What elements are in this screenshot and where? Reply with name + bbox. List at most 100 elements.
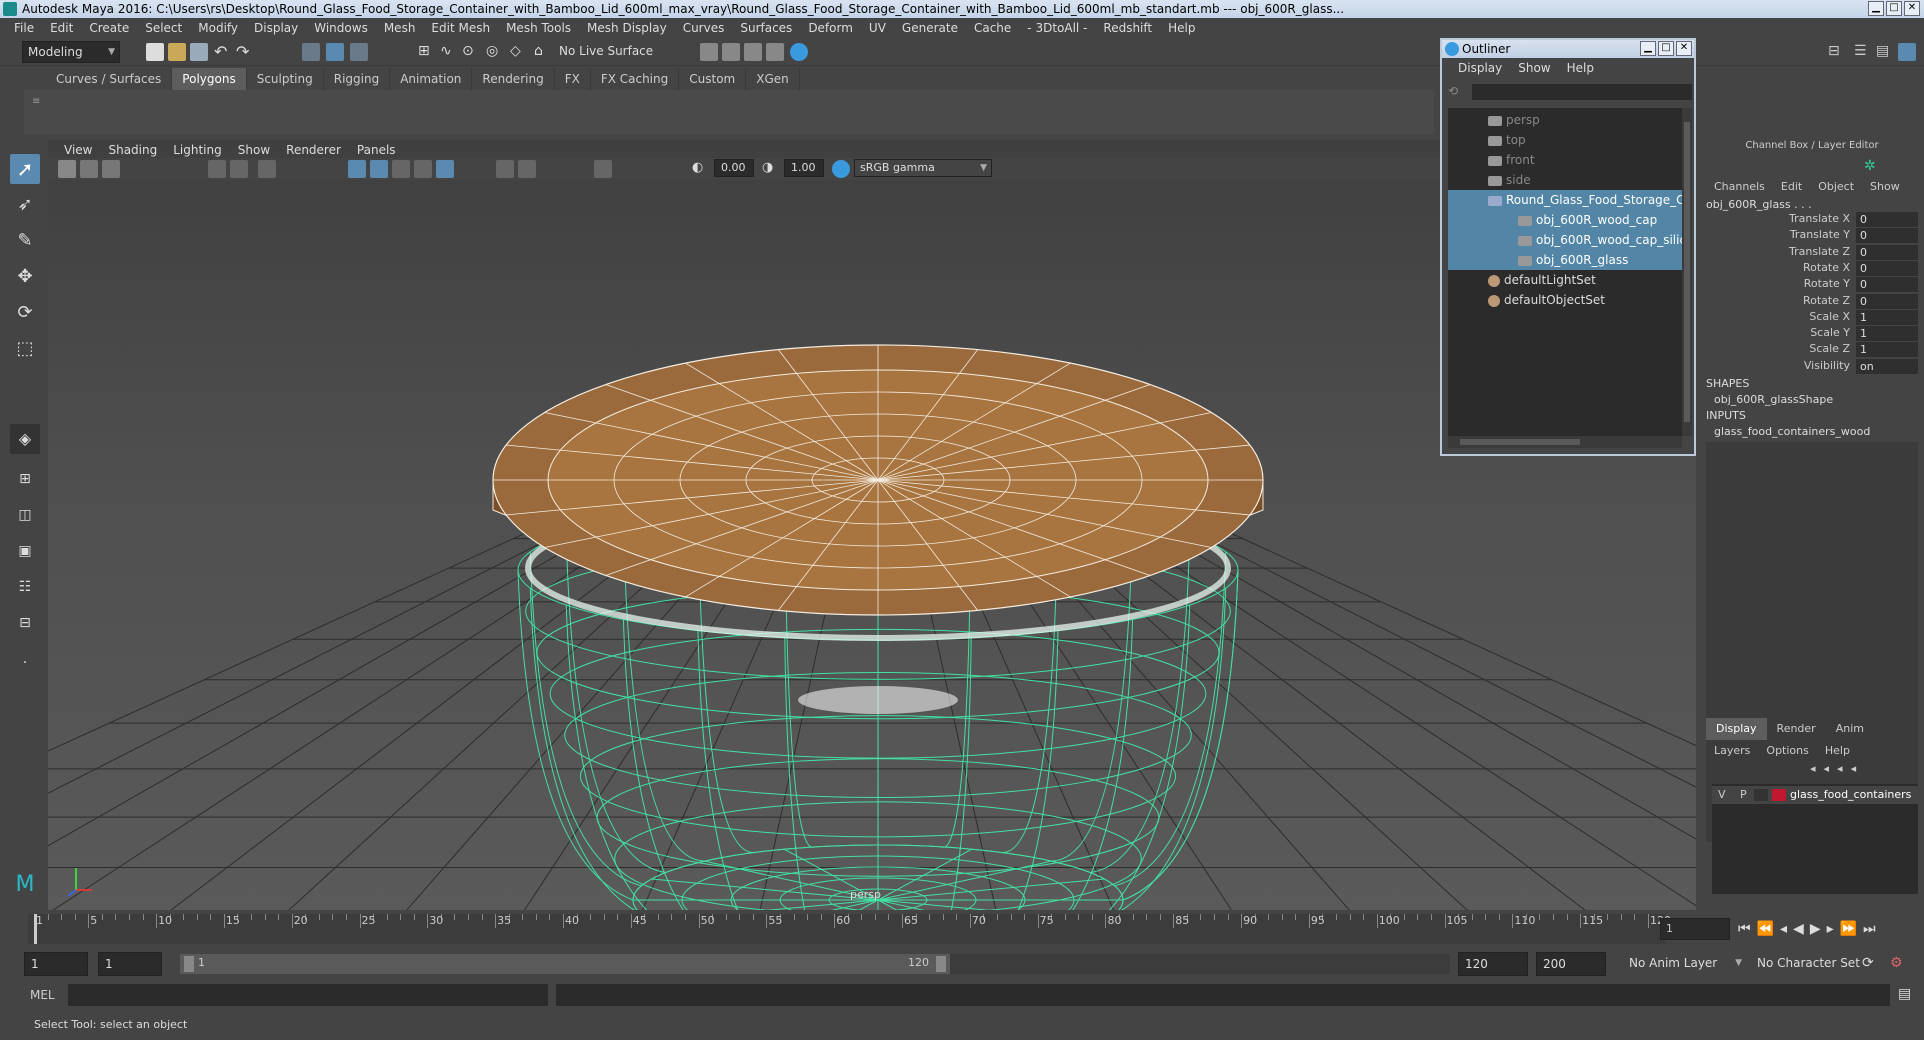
outliner-item[interactable]: obj_600R_wood_cap_silicone	[1448, 230, 1682, 250]
shelf-tab-rigging[interactable]: Rigging	[324, 68, 391, 90]
smooth-shade-icon[interactable]	[370, 160, 388, 178]
menu-surfaces[interactable]: Surfaces	[732, 21, 800, 35]
menu-redshift[interactable]: Redshift	[1095, 21, 1160, 35]
vp-menu-renderer[interactable]: Renderer	[278, 143, 349, 157]
render-view-icon[interactable]	[700, 43, 718, 61]
shadows-icon[interactable]	[518, 160, 536, 178]
playback-controls[interactable]: ⏮⏪◂◀▶▸⏩⏭	[1738, 918, 1882, 940]
film-gate-icon[interactable]	[230, 160, 248, 178]
snap-point-icon[interactable]: ⊙	[462, 43, 480, 61]
channel-row[interactable]: Translate X 0	[1700, 212, 1924, 228]
anim-prefs-icon[interactable]: ⚙	[1890, 955, 1908, 973]
render-frame-icon[interactable]	[722, 43, 740, 61]
channel-value[interactable]: 0	[1856, 212, 1918, 227]
exposure-icon[interactable]: ◐	[692, 160, 710, 178]
mel-label[interactable]: MEL	[30, 988, 55, 1002]
bookmark-icon[interactable]	[102, 160, 120, 178]
side-by-side-icon[interactable]: ◫	[10, 500, 40, 530]
menu-display[interactable]: Display	[246, 21, 306, 35]
menu-uv[interactable]: UV	[861, 21, 894, 35]
channel-row[interactable]: Scale X 1	[1700, 309, 1924, 326]
outliner-item[interactable]: front	[1448, 150, 1682, 170]
paint-select-icon[interactable]: ✎	[10, 226, 40, 256]
menu--3dtoall-[interactable]: - 3DtoAll -	[1019, 21, 1095, 35]
scale-tool-icon[interactable]: ⬚	[10, 334, 40, 364]
save-scene-icon[interactable]	[190, 43, 208, 61]
select-hierarchy-icon[interactable]	[302, 43, 320, 61]
outliner-titlebar[interactable]: Outliner ▁ □ ✕	[1442, 40, 1694, 58]
rotate-tool-icon[interactable]: ⟳	[10, 298, 40, 328]
lasso-tool-icon[interactable]: ➶	[10, 190, 40, 220]
layer-row[interactable]: V P glass_food_containers	[1712, 786, 1918, 804]
vp-menu-panels[interactable]: Panels	[349, 143, 404, 157]
four-view-icon[interactable]: ⊞	[10, 464, 40, 494]
channel-row[interactable]: Rotate X 0	[1700, 260, 1924, 277]
snap-view-icon[interactable]: ◎	[486, 43, 504, 61]
start-time-field[interactable]: 1	[24, 952, 88, 976]
shelf-menu-icon[interactable]: ≡	[32, 96, 40, 126]
menu-windows[interactable]: Windows	[306, 21, 376, 35]
cb-toggle-icon[interactable]: ✲	[1864, 158, 1876, 174]
layer-tab-anim[interactable]: Anim	[1826, 718, 1874, 740]
vp-menu-lighting[interactable]: Lighting	[165, 143, 230, 157]
open-scene-icon[interactable]	[168, 43, 186, 61]
channel-value[interactable]: 0	[1856, 293, 1918, 309]
channel-row[interactable]: Scale Z 1	[1700, 342, 1924, 358]
channel-box-toggle-icon[interactable]	[1898, 43, 1916, 61]
layer-menu-layers[interactable]: Layers	[1706, 742, 1758, 760]
mel-input[interactable]	[68, 984, 548, 1006]
channel-value[interactable]: on	[1856, 358, 1918, 374]
channel-row[interactable]: Rotate Z 0	[1700, 293, 1924, 310]
channel-value[interactable]: 0	[1856, 244, 1918, 260]
snap-surface-icon[interactable]: ◇	[510, 43, 528, 61]
channel-row[interactable]: Visibility on	[1700, 358, 1924, 375]
auto-key-icon[interactable]: ⟳	[1862, 955, 1880, 973]
outliner-menu-show[interactable]: Show	[1510, 61, 1558, 75]
time-slider[interactable]: 1 5 10 15 20 25 30 35 40 45 50 55 60 65 70 75 80 85 90 95 10…	[28, 914, 1671, 944]
gamma-icon[interactable]: ◑	[762, 160, 780, 178]
outliner-item[interactable]: obj_600R_wood_cap	[1448, 210, 1682, 230]
select-component-icon[interactable]	[350, 43, 368, 61]
layer-playback[interactable]: P	[1740, 788, 1747, 801]
menu-modify[interactable]: Modify	[190, 21, 246, 35]
shelf-tab-custom[interactable]: Custom	[679, 68, 747, 90]
gamma-field[interactable]: 1.00	[784, 159, 824, 177]
snap-grid-icon[interactable]: ⊞	[418, 43, 436, 61]
menu-edit-mesh[interactable]: Edit Mesh	[423, 21, 498, 35]
menu-create[interactable]: Create	[81, 21, 137, 35]
layer-visibility[interactable]: V	[1718, 788, 1726, 801]
menu-mesh[interactable]: Mesh	[376, 21, 424, 35]
menu-mesh-display[interactable]: Mesh Display	[579, 21, 675, 35]
menuset-dropdown[interactable]: Modeling ▼	[22, 41, 120, 63]
layer-tab-render[interactable]: Render	[1767, 718, 1826, 740]
camera-select-icon[interactable]	[58, 160, 76, 178]
cb-menu-channels[interactable]: Channels	[1706, 178, 1773, 196]
outliner-menu-help[interactable]: Help	[1559, 61, 1602, 75]
close-button[interactable]: ✕	[1904, 1, 1920, 16]
more-layouts-icon[interactable]: ·	[10, 648, 40, 678]
outliner-item[interactable]: top	[1448, 130, 1682, 150]
shape-item[interactable]: obj_600R_glassShape	[1714, 393, 1833, 406]
vp-menu-view[interactable]: View	[56, 143, 100, 157]
layer-menu-options[interactable]: Options	[1758, 742, 1816, 760]
outliner-item[interactable]: obj_600R_glass	[1448, 250, 1682, 270]
outliner-item[interactable]: defaultLightSet	[1448, 270, 1682, 290]
current-time-marker[interactable]	[34, 914, 37, 944]
layer-tab-display[interactable]: Display	[1706, 718, 1767, 740]
modeling-toolkit-icon[interactable]: ⊟	[1828, 43, 1846, 61]
outliner-menu-display[interactable]: Display	[1450, 61, 1510, 75]
shelf-tab-fx-caching[interactable]: FX Caching	[591, 68, 680, 90]
channel-value[interactable]: 1	[1856, 342, 1918, 358]
menu-file[interactable]: File	[6, 21, 42, 35]
channel-value[interactable]: 0	[1856, 260, 1918, 276]
lights-icon[interactable]	[496, 160, 514, 178]
menu-generate[interactable]: Generate	[894, 21, 966, 35]
exposure-field[interactable]: 0.00	[714, 159, 754, 177]
range-slider[interactable]: 1 120	[180, 954, 950, 974]
ipr-render-icon[interactable]	[744, 43, 762, 61]
new-scene-icon[interactable]	[146, 43, 164, 61]
channel-value[interactable]: 0	[1856, 277, 1918, 293]
snap-curve-icon[interactable]: ∿	[440, 43, 458, 61]
outliner-item[interactable]: defaultObjectSet	[1448, 290, 1682, 310]
isolate-select-icon[interactable]	[594, 160, 612, 178]
